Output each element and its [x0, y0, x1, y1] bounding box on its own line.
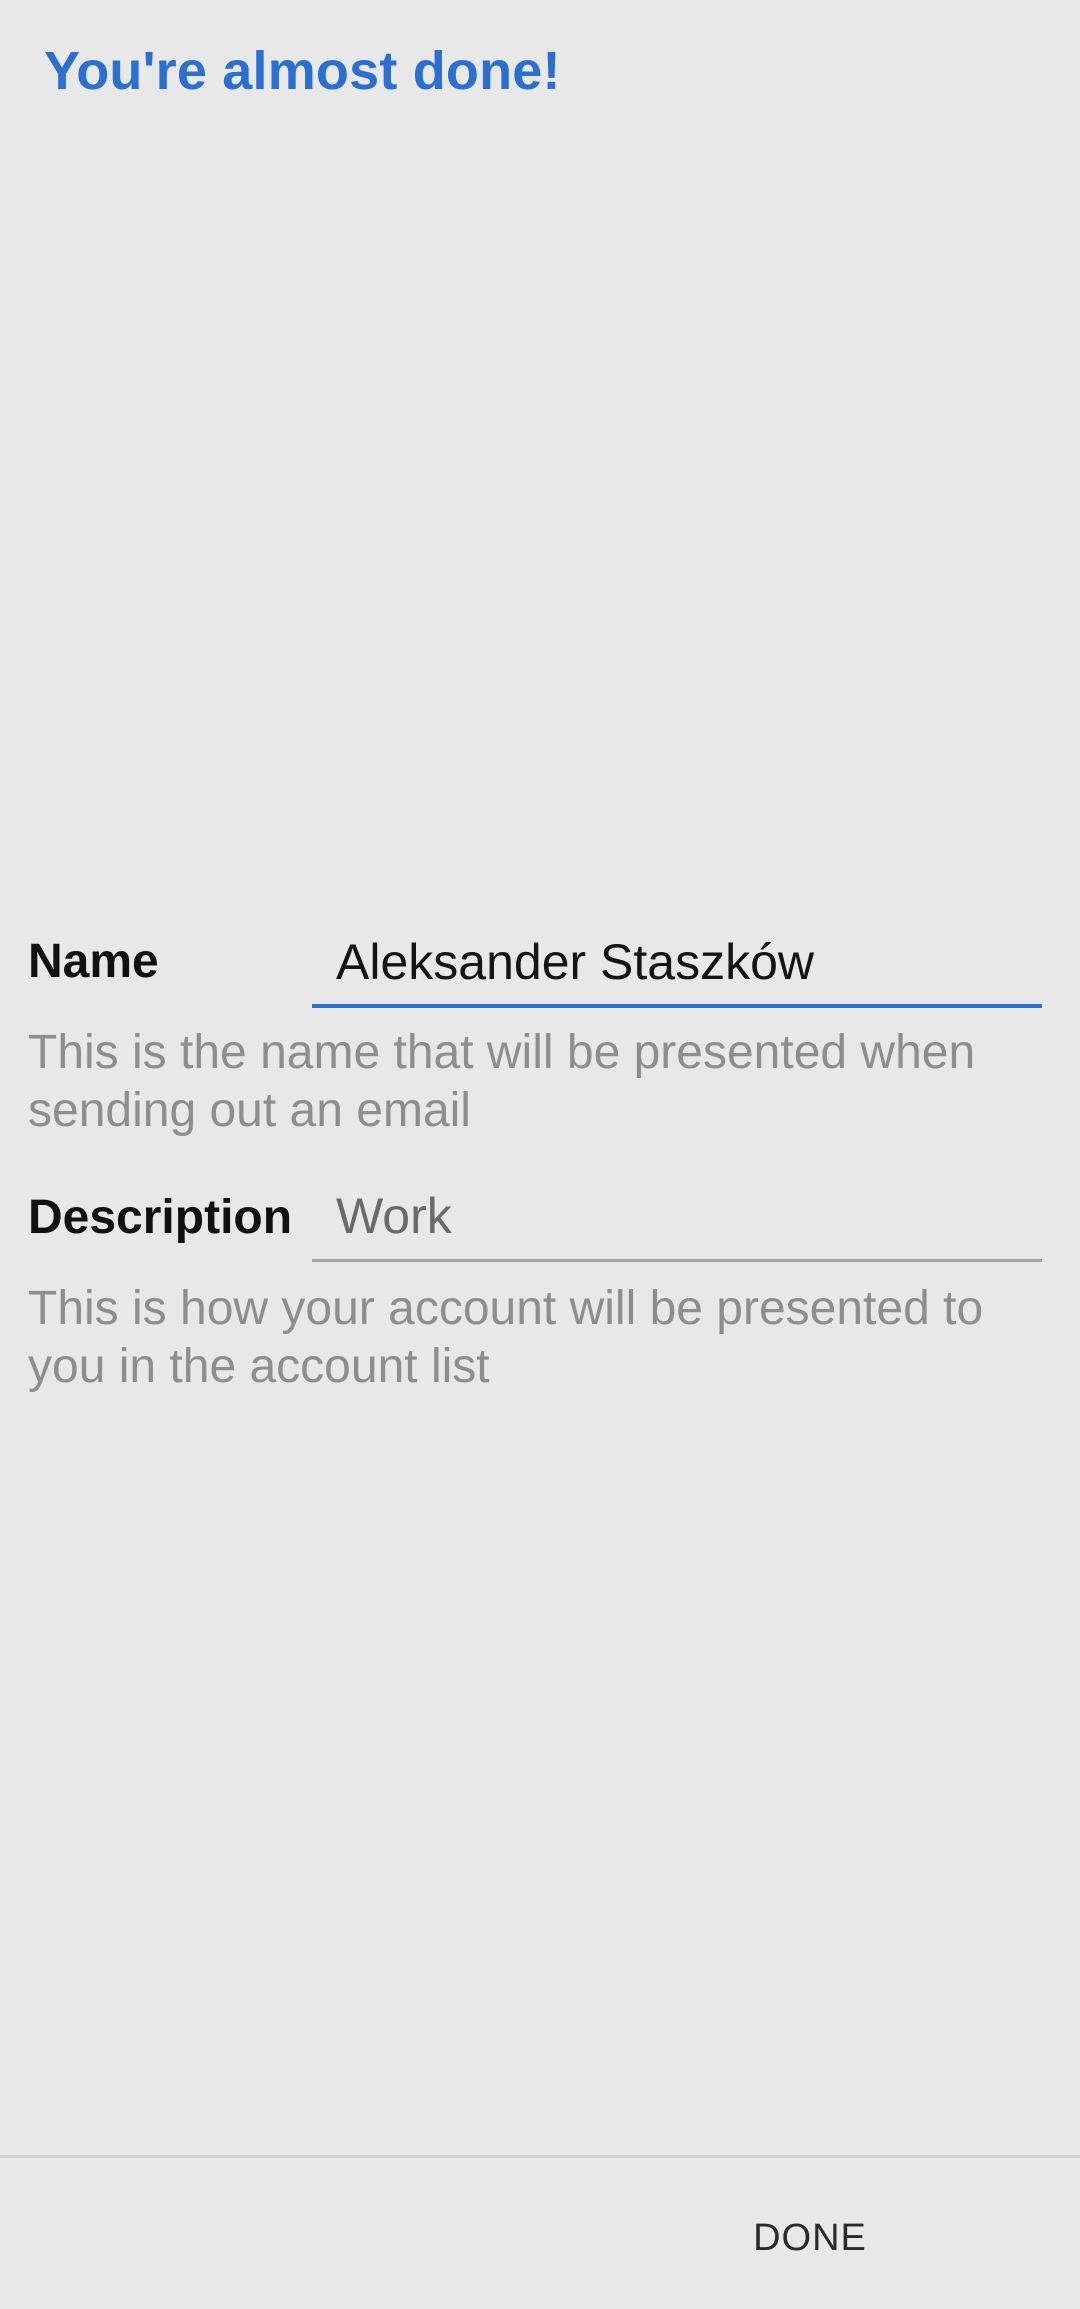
- name-field[interactable]: [312, 918, 1042, 1008]
- description-hint: This is how your account will be present…: [28, 1282, 984, 1393]
- done-button[interactable]: DONE: [720, 2198, 900, 2278]
- name-label: Name: [28, 935, 159, 988]
- description-field[interactable]: [312, 1172, 1042, 1262]
- description-label: Description: [28, 1191, 293, 1244]
- name-field-underline: [312, 1004, 1042, 1008]
- page-title: You're almost done!: [44, 41, 561, 101]
- description-input[interactable]: [312, 1172, 1042, 1260]
- description-field-underline: [312, 1259, 1042, 1262]
- name-input[interactable]: [312, 918, 1042, 1006]
- bottom-action-bar: DONE: [0, 2155, 1080, 2309]
- name-hint: This is the name that will be presented …: [28, 1026, 976, 1137]
